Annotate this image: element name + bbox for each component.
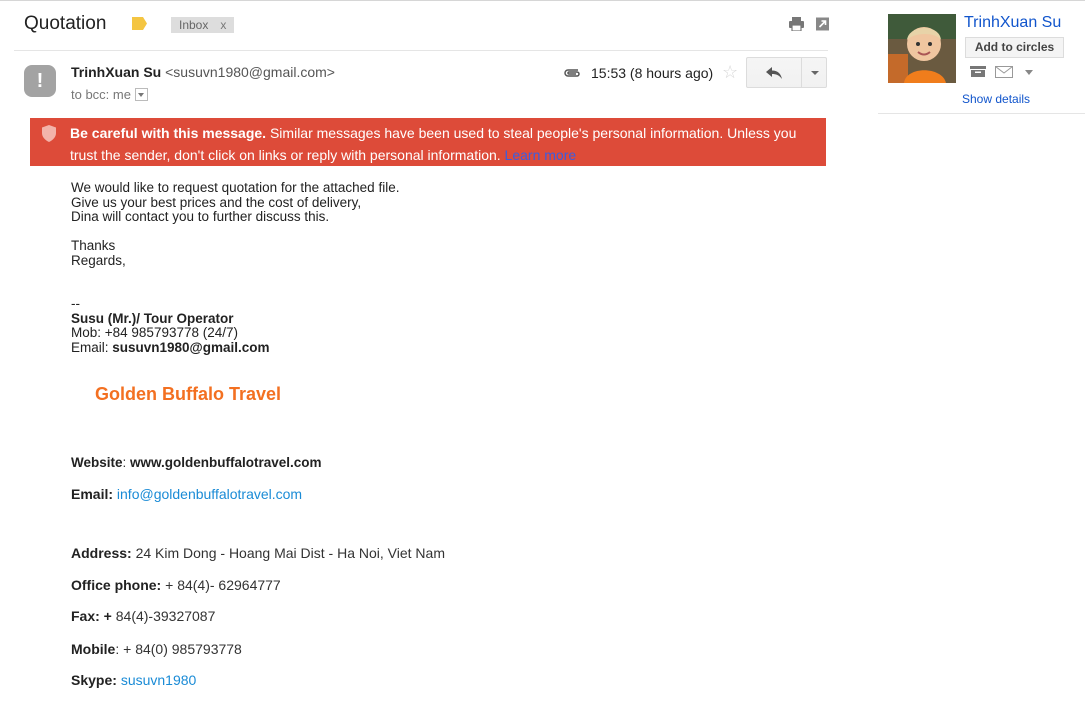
show-details-link[interactable]: Show details — [962, 92, 1030, 106]
office-phone-label: Office phone: — [71, 577, 162, 593]
mail-icon[interactable] — [995, 66, 1013, 78]
mobile-value: : + 84(0) 985793778 — [115, 641, 242, 657]
address-value: 24 Kim Dong - Hoang Mai Dist - Ha Noi, V… — [135, 545, 445, 561]
website-label: Website — [71, 455, 123, 470]
sender-name[interactable]: TrinhXuan Su — [71, 64, 161, 80]
more-actions-button[interactable] — [801, 57, 827, 88]
message-timestamp: 15:53 (8 hours ago) — [591, 65, 714, 81]
website-value[interactable]: www.goldenbuffalotravel.com — [130, 455, 322, 470]
signature-name: Susu (Mr.)/ Tour Operator — [71, 310, 234, 326]
body-line: Dina will contact you to further discuss… — [71, 209, 330, 224]
email-row: Email: info@goldenbuffalotravel.com — [71, 486, 302, 502]
sender-email: <susuvn1980@gmail.com> — [165, 64, 335, 80]
company-email-label: Email: — [71, 486, 114, 502]
sender-warning-avatar: ! — [24, 65, 56, 97]
fax-row: Fax: + 84(4)-39327087 — [71, 608, 215, 624]
closing-line: Regards, — [71, 252, 126, 268]
email-subject: Quotation — [24, 13, 107, 34]
reply-icon — [766, 67, 782, 79]
recipient-text: to bcc: me — [71, 87, 131, 102]
signature-email: susuvn1980@gmail.com — [112, 339, 270, 355]
body-line: Give us your best prices and the cost of… — [71, 194, 362, 210]
show-details-dropdown-icon[interactable] — [134, 88, 148, 101]
company-name: Golden Buffalo Travel — [95, 384, 282, 404]
skype-row: Skype: susuvn1980 — [71, 672, 196, 688]
learn-more-link[interactable]: Learn more — [505, 147, 577, 163]
new-window-icon[interactable] — [815, 17, 830, 31]
archive-icon[interactable] — [970, 66, 986, 77]
profile-divider — [878, 113, 1085, 114]
company-email-link[interactable]: info@goldenbuffalotravel.com — [117, 486, 302, 502]
fax-label: Fax: + — [71, 608, 112, 624]
signature-email-label: Email: — [71, 339, 113, 355]
fax-value: 84(4)-39327087 — [115, 608, 216, 624]
sender-line: TrinhXuan Su <susuvn1980@gmail.com> — [71, 64, 335, 80]
address-row: Address: 24 Kim Dong - Hoang Mai Dist - … — [71, 545, 445, 561]
body-line: We would like to request quotation for t… — [71, 180, 400, 195]
add-to-circles-button[interactable]: Add to circles — [965, 37, 1064, 58]
profile-photo-image — [888, 14, 956, 83]
signature-mobile: Mob: +84 985793778 (24/7) — [71, 325, 239, 340]
office-phone-row: Office phone: + 84(4)- 62964777 — [71, 577, 281, 593]
mobile-label: Mobile — [71, 641, 116, 657]
recipient-line: to bcc: me — [71, 87, 148, 102]
website-row: Website: www.goldenbuffalotravel.com — [71, 455, 322, 470]
website-sep: : — [122, 455, 131, 470]
profile-name-link[interactable]: TrinhXuan Su — [964, 14, 1061, 32]
remove-label-button[interactable]: x — [220, 18, 226, 32]
closing-line: Thanks — [71, 238, 116, 253]
top-border — [0, 0, 1085, 1]
important-marker-icon[interactable] — [132, 17, 147, 30]
phishing-warning-banner: Be careful with this message. Similar me… — [30, 118, 826, 166]
sender-profile-photo[interactable] — [888, 14, 956, 83]
office-phone-value: + 84(4)- 62964777 — [165, 577, 281, 593]
skype-link[interactable]: susuvn1980 — [121, 672, 197, 688]
skype-label: Skype: — [71, 672, 117, 688]
message-body: We would like to request quotation for t… — [71, 180, 400, 355]
address-label: Address: — [71, 545, 132, 561]
mobile-row: Mobile: + 84(0) 985793778 — [71, 641, 242, 657]
chevron-down-icon[interactable] — [1025, 70, 1033, 75]
warning-title: Be careful with this message. — [70, 125, 267, 141]
inbox-label-chip[interactable]: Inbox x — [171, 17, 235, 33]
inbox-label-text: Inbox — [179, 18, 209, 32]
reply-button[interactable] — [746, 57, 802, 88]
star-icon[interactable]: ☆ — [722, 62, 738, 83]
print-icon[interactable] — [789, 17, 804, 31]
signature-separator: -- — [71, 296, 80, 311]
header-divider — [14, 50, 828, 51]
attachment-icon — [564, 69, 580, 77]
shield-icon — [42, 125, 56, 142]
